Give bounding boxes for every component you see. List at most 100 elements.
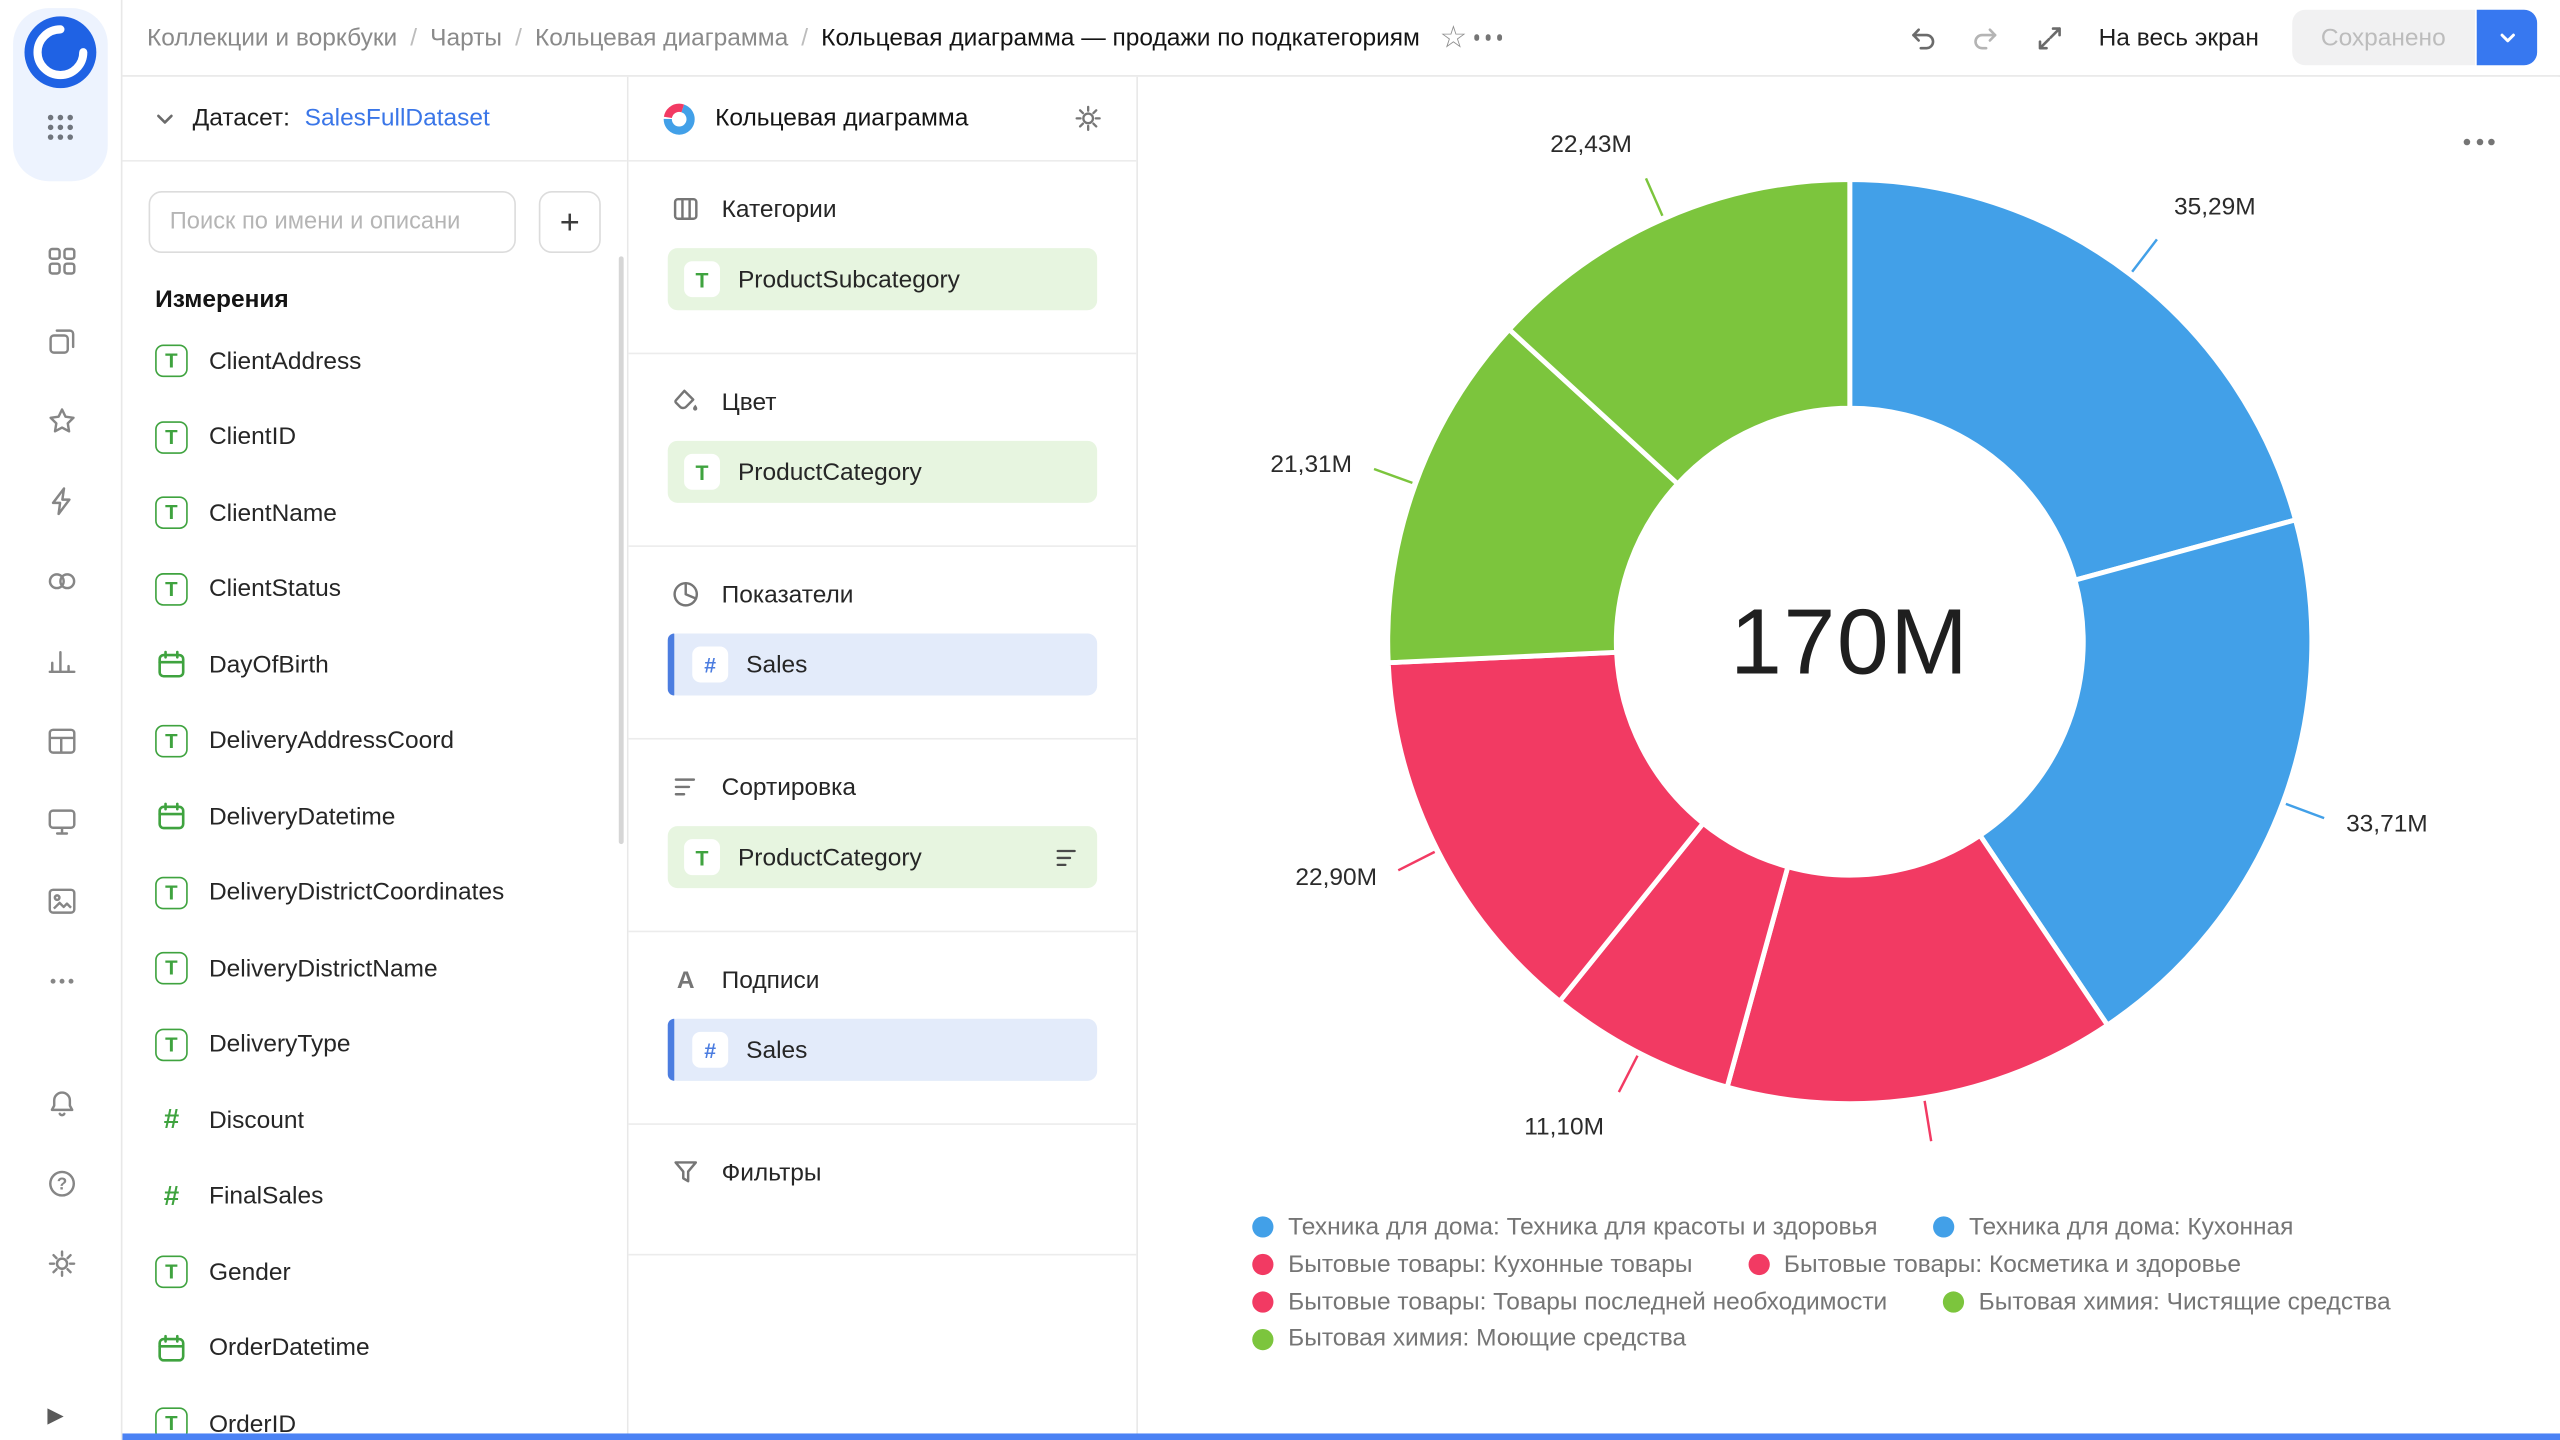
charts-icon[interactable] (45, 645, 78, 678)
dataset-label: Датасет: (193, 104, 290, 132)
number-type-icon: # (692, 647, 728, 683)
legend-item-1[interactable]: Техника для дома: Кухонная (1933, 1215, 2293, 1241)
field-chip-ProductCategory[interactable]: TProductCategory (668, 826, 1097, 888)
field-item-DeliveryType[interactable]: TDeliveryType (122, 1007, 626, 1083)
help-icon[interactable]: ? (45, 1167, 78, 1200)
section-label: Подписи (722, 966, 820, 994)
dataset-header: Датасет: SalesFullDataset (122, 77, 626, 162)
legend-label: Техника для дома: Техника для красоты и … (1288, 1215, 1877, 1241)
chart-type-header: Кольцевая диаграмма (629, 77, 1137, 162)
field-item-DeliveryDistrictCoordinates[interactable]: TDeliveryDistrictCoordinates (122, 855, 626, 931)
dataset-collapse-chevron-icon[interactable] (152, 105, 178, 131)
field-name: ClientName (209, 499, 337, 527)
fields-scrollbar[interactable] (619, 256, 624, 844)
saved-button[interactable]: Сохранено (2292, 10, 2476, 66)
lightning-icon[interactable] (45, 485, 78, 518)
legend-label: Бытовые товары: Косметика и здоровье (1784, 1252, 2241, 1278)
field-chip-Sales[interactable]: #Sales (668, 633, 1097, 695)
gallery-icon[interactable] (45, 885, 78, 918)
field-name: Discount (209, 1107, 304, 1135)
legend-item-5[interactable]: Бытовая химия: Чистящие средства (1943, 1289, 2391, 1315)
expand-rail-icon[interactable]: ▶ (47, 1404, 63, 1428)
field-item-ClientStatus[interactable]: TClientStatus (122, 551, 626, 627)
field-name: ClientID (209, 423, 296, 451)
save-menu-button[interactable] (2477, 10, 2537, 66)
field-item-DayOfBirth[interactable]: DayOfBirth (122, 627, 626, 703)
fullscreen-icon[interactable] (2035, 22, 2066, 53)
field-name: DeliveryAddressCoord (209, 727, 454, 755)
legend-item-3[interactable]: Бытовые товары: Косметика и здоровье (1748, 1252, 2241, 1278)
field-name: DeliveryDistrictCoordinates (209, 879, 504, 907)
datalens-logo-icon[interactable] (24, 16, 96, 88)
sort-order-icon[interactable] (1053, 843, 1081, 871)
field-chip-ProductSubcategory[interactable]: TProductSubcategory (668, 248, 1097, 310)
notifications-bell-icon[interactable] (45, 1087, 78, 1120)
breadcrumb-item[interactable]: Чарты (430, 24, 502, 52)
field-item-ClientAddress[interactable]: TClientAddress (122, 323, 626, 399)
title-more-icon[interactable] (1467, 28, 1509, 47)
monitoring-icon[interactable] (45, 805, 78, 838)
label-leader-line (1374, 469, 1412, 483)
fullscreen-label[interactable]: На весь экран (2099, 24, 2259, 52)
apps-grid-icon[interactable] (44, 111, 77, 144)
donut-chart[interactable]: 35,29M33,71M23,28M11,10M22,90M21,31M22,4… (1138, 77, 2560, 1155)
slice-value-label: 35,29M (2174, 194, 2256, 221)
dimensions-title: Измерения (155, 286, 627, 314)
add-field-button[interactable]: + (539, 191, 601, 253)
save-split-button: Сохранено (2292, 10, 2538, 66)
donut-chart-type-icon[interactable] (661, 100, 697, 136)
section-label: Цвет (722, 388, 777, 416)
string-type-icon: T (155, 421, 188, 454)
relations-rings-icon[interactable] (45, 565, 78, 598)
redo-icon[interactable] (1971, 22, 2002, 53)
more-items-icon[interactable] (45, 965, 78, 998)
field-item-Gender[interactable]: TGender (122, 1234, 626, 1310)
dataset-link[interactable]: SalesFullDataset (305, 104, 490, 132)
breadcrumb-item[interactable]: Коллекции и воркбуки (147, 24, 397, 52)
favorites-star-icon[interactable] (45, 405, 78, 438)
rail-nav (0, 245, 122, 998)
field-item-FinalSales[interactable]: #FinalSales (122, 1158, 626, 1234)
string-type-icon: T (684, 454, 720, 490)
legend-label: Техника для дома: Кухонная (1969, 1215, 2293, 1241)
field-list: TClientAddressTClientIDTClientNameTClien… (122, 323, 626, 1440)
field-item-Discount[interactable]: #Discount (122, 1082, 626, 1158)
field-name: DeliveryDatetime (209, 803, 395, 831)
filters-icon (671, 1158, 700, 1187)
field-chip-ProductCategory[interactable]: T ProductCategory (668, 441, 1097, 503)
field-item-OrderID[interactable]: TOrderID (122, 1386, 626, 1440)
legend-dot-icon (1252, 1254, 1273, 1275)
dataset-search-row: + (149, 191, 601, 253)
datasets-table-icon[interactable] (45, 725, 78, 758)
config-section-2: Показатели#Sales (629, 547, 1137, 740)
favorite-star-icon[interactable]: ☆ (1439, 22, 1467, 53)
search-input[interactable] (149, 191, 516, 253)
dashboards-icon[interactable] (45, 245, 78, 278)
field-item-OrderDatetime[interactable]: OrderDatetime (122, 1310, 626, 1386)
legend-item-0[interactable]: Техника для дома: Техника для красоты и … (1252, 1215, 1877, 1241)
field-item-ClientID[interactable]: T ClientID (122, 399, 626, 475)
field-item-DeliveryAddressCoord[interactable]: TDeliveryAddressCoord (122, 703, 626, 779)
string-type-icon: T (155, 573, 188, 606)
field-item-DeliveryDatetime[interactable]: DeliveryDatetime (122, 779, 626, 855)
string-type-icon: T (155, 952, 188, 985)
chip-label: ProductCategory (738, 458, 922, 486)
legend-item-6[interactable]: Бытовая химия: Моющие средства (1252, 1326, 1686, 1352)
settings-gear-icon[interactable] (45, 1247, 78, 1280)
collections-icon[interactable] (45, 325, 78, 358)
field-item-DeliveryDistrictName[interactable]: TDeliveryDistrictName (122, 931, 626, 1007)
field-item-ClientName[interactable]: TClientName (122, 475, 626, 551)
legend-item-4[interactable]: Бытовые товары: Товары последней необход… (1252, 1289, 1887, 1315)
legend-item-2[interactable]: Бытовые товары: Кухонные товары (1252, 1252, 1692, 1278)
label-leader-line (1646, 178, 1662, 215)
breadcrumb-separator: / (410, 24, 417, 52)
undo-icon[interactable] (1908, 22, 1939, 53)
breadcrumb-item[interactable]: Кольцевая диаграмма (535, 24, 788, 52)
bottom-scrollbar[interactable] (122, 1433, 2560, 1440)
label-leader-line (2132, 239, 2157, 271)
chart-settings-gear-icon[interactable] (1073, 103, 1104, 134)
chart-canvas: 35,29M33,71M23,28M11,10M22,90M21,31M22,4… (1138, 77, 2560, 1440)
donut-slice-0[interactable] (1850, 180, 2296, 581)
field-chip-Sales[interactable]: #Sales (668, 1019, 1097, 1081)
legend-label: Бытовые товары: Товары последней необход… (1288, 1289, 1887, 1315)
